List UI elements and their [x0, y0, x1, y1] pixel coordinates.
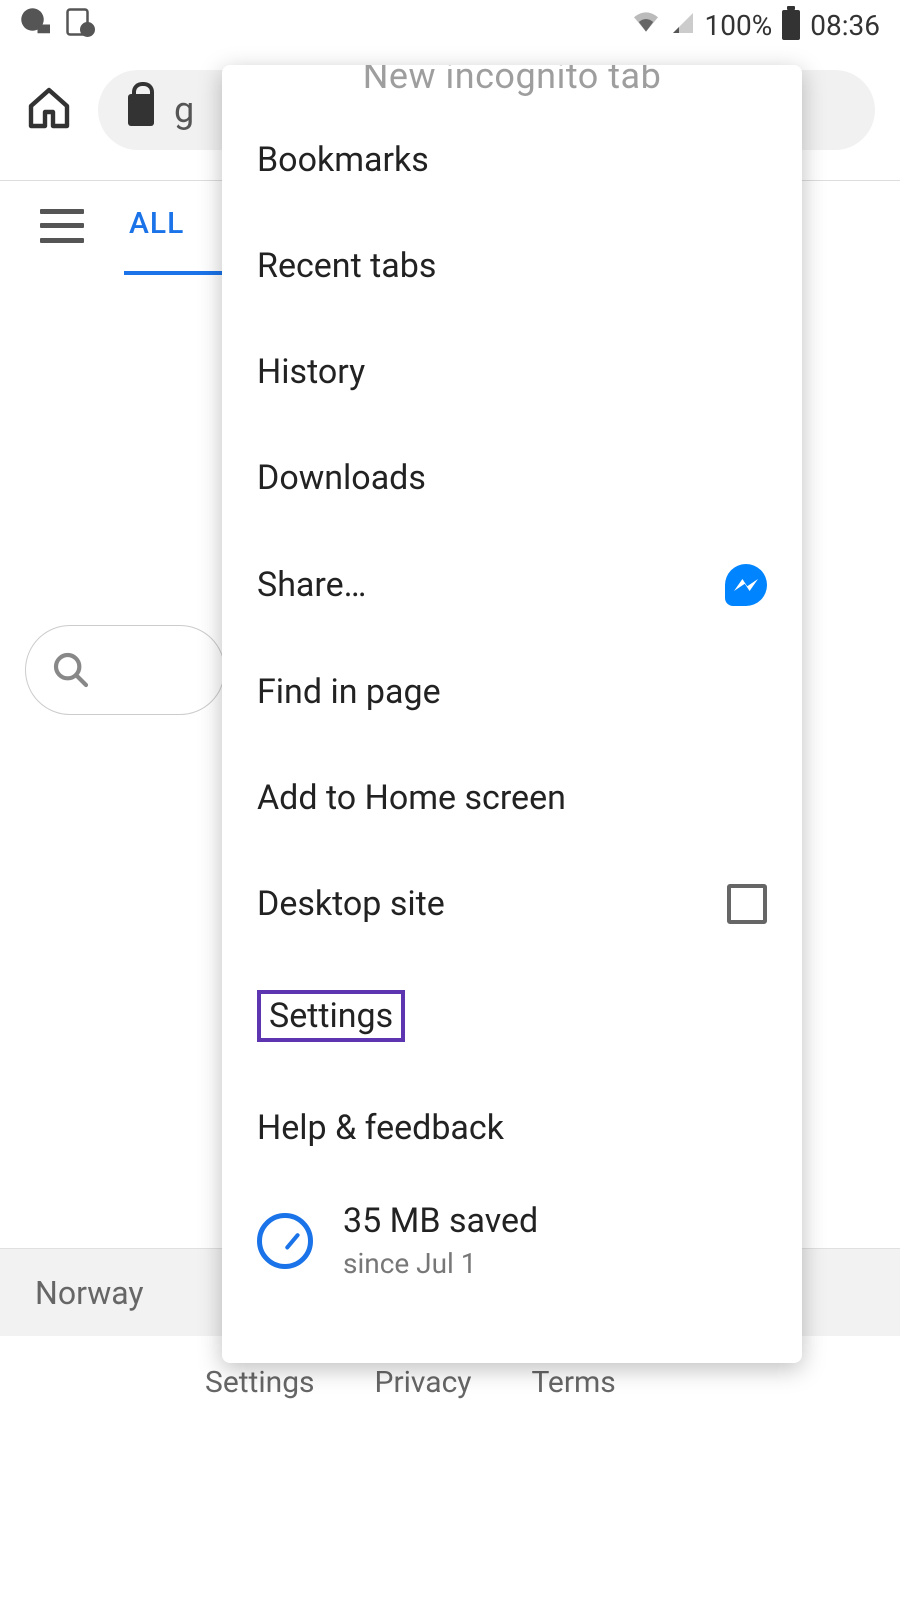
hamburger-icon[interactable] [40, 209, 84, 243]
menu-item-downloads[interactable]: Downloads [222, 425, 802, 531]
menu-item-share[interactable]: Share… [222, 531, 802, 639]
data-saved-title: 35 MB saved [343, 1201, 538, 1241]
status-right: 100% 08:36 [631, 9, 880, 42]
home-icon[interactable] [25, 84, 73, 136]
battery-percent: 100% [705, 9, 773, 42]
notification-icon-1 [20, 7, 50, 44]
clock-time: 08:36 [810, 9, 880, 42]
lock-icon [128, 94, 154, 126]
wifi-icon [631, 10, 661, 40]
tab-all[interactable]: ALL [124, 206, 224, 275]
menu-label: Downloads [257, 458, 426, 498]
menu-label: History [257, 352, 365, 392]
menu-item-new-incognito[interactable]: New incognito tab [222, 65, 802, 107]
search-input[interactable] [25, 625, 225, 715]
signal-icon [671, 9, 695, 42]
overflow-menu: New incognito tab Bookmarks Recent tabs … [222, 65, 802, 1363]
menu-item-history[interactable]: History [222, 319, 802, 425]
menu-item-bookmarks[interactable]: Bookmarks [222, 107, 802, 213]
messenger-icon [725, 564, 767, 606]
data-saved-subtitle: since Jul 1 [343, 1247, 538, 1280]
menu-label-highlighted: Settings [257, 990, 405, 1042]
footer-links: Settings Privacy Terms [0, 1365, 900, 1400]
menu-item-find-in-page[interactable]: Find in page [222, 639, 802, 745]
status-left-icons [20, 7, 95, 44]
url-text: g [174, 89, 194, 131]
location-text: Norway [35, 1274, 144, 1312]
menu-label: Bookmarks [257, 140, 429, 180]
menu-item-add-home[interactable]: Add to Home screen [222, 745, 802, 851]
footer-privacy-link[interactable]: Privacy [375, 1365, 472, 1400]
footer-settings-link[interactable]: Settings [205, 1365, 315, 1400]
data-saved-text: 35 MB saved since Jul 1 [343, 1201, 538, 1280]
menu-label: Desktop site [257, 884, 445, 924]
menu-item-recent-tabs[interactable]: Recent tabs [222, 213, 802, 319]
menu-item-help-feedback[interactable]: Help & feedback [222, 1075, 802, 1181]
menu-label: Help & feedback [257, 1108, 504, 1148]
notification-icon-2 [65, 7, 95, 44]
status-bar: 100% 08:36 [0, 0, 900, 50]
menu-item-desktop-site[interactable]: Desktop site [222, 851, 802, 957]
footer-terms-link[interactable]: Terms [531, 1365, 615, 1400]
menu-label: Add to Home screen [257, 778, 566, 818]
search-icon [51, 650, 91, 690]
gauge-icon [257, 1213, 313, 1269]
menu-label: Share… [257, 565, 366, 605]
menu-label: Find in page [257, 672, 441, 712]
menu-item-settings[interactable]: Settings [222, 957, 802, 1075]
menu-item-data-saved[interactable]: 35 MB saved since Jul 1 [222, 1181, 802, 1300]
menu-label: Recent tabs [257, 246, 436, 286]
battery-icon [782, 10, 800, 40]
desktop-site-checkbox[interactable] [727, 884, 767, 924]
